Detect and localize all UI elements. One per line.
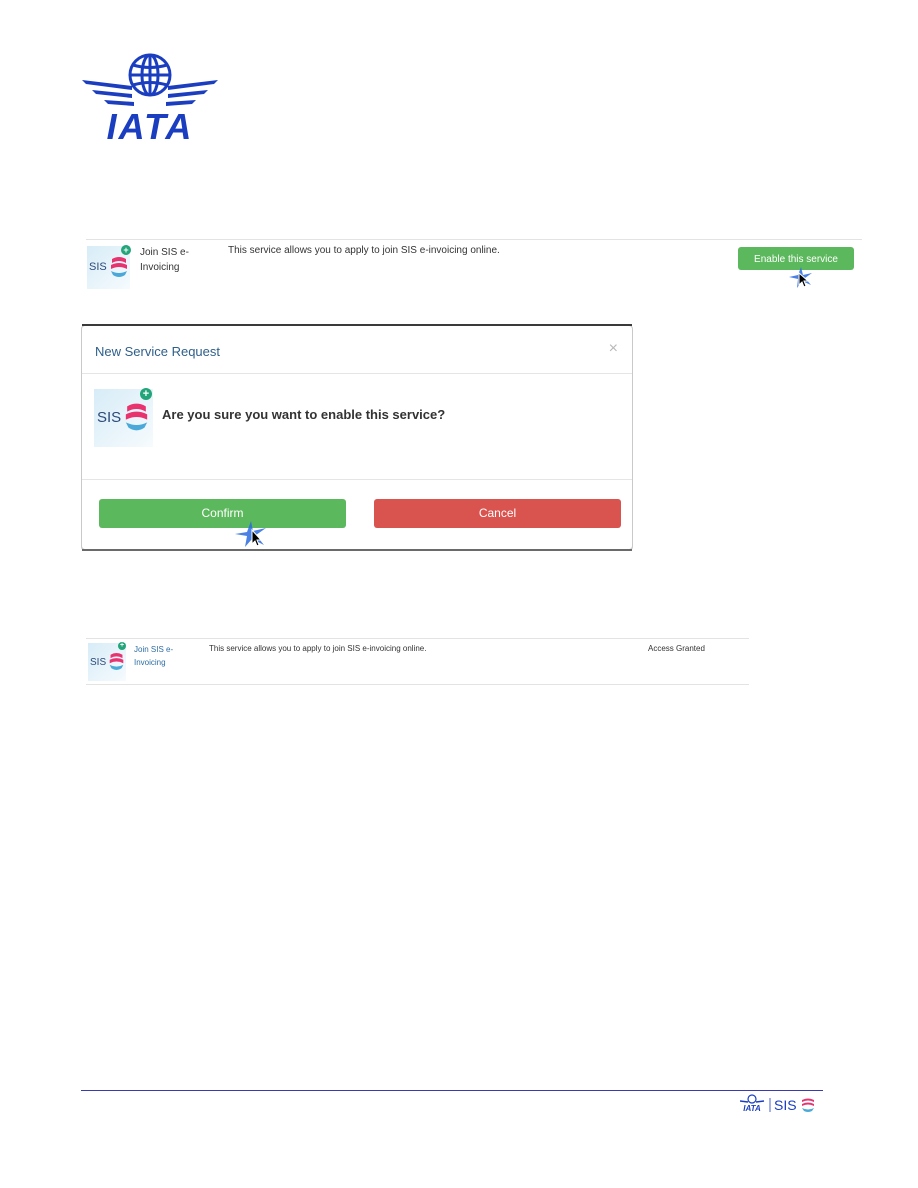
globe-icon: [128, 53, 172, 97]
sis-logo-icon: [802, 1098, 814, 1112]
sis-logo-icon: [109, 653, 124, 670]
service-row-join-sis: SIS + Join SIS e-Invoicing This service …: [86, 239, 862, 292]
plus-icon: +: [121, 245, 131, 255]
modal-footer-divider: [82, 479, 632, 480]
footer-divider: [81, 1090, 823, 1091]
sis-badge-text: SIS: [89, 261, 107, 273]
plus-icon: +: [118, 642, 126, 650]
service-status: Access Granted: [648, 644, 705, 653]
footer-logo: IATA SIS: [740, 1094, 814, 1113]
modal-header-divider: [82, 373, 632, 374]
sis-badge-text: SIS: [90, 657, 107, 668]
sis-logo-icon: [111, 257, 127, 277]
sis-service-tile: SIS +: [94, 388, 153, 447]
service-name-link[interactable]: Join SIS e-Invoicing: [134, 643, 184, 669]
service-row-join-sis-granted: SIS + Join SIS e-Invoicing This service …: [86, 638, 749, 685]
service-description: This service allows you to apply to join…: [228, 245, 500, 256]
modal-bottom-edge: [82, 549, 632, 551]
confirmation-question: Are you sure you want to enable this ser…: [162, 407, 446, 422]
cancel-button[interactable]: Cancel: [374, 499, 621, 528]
sis-badge-text: SIS: [97, 409, 122, 426]
cursor-icon: [235, 521, 266, 547]
service-name: Join SIS e-Invoicing: [140, 247, 189, 273]
globe-icon: [740, 1094, 765, 1104]
service-description: This service allows you to apply to join…: [209, 644, 427, 653]
sis-logo-icon: [125, 403, 148, 431]
cursor-icon: [789, 267, 812, 288]
new-service-request-modal: New Service Request × SIS + Are you sure…: [81, 324, 633, 551]
footer-iata-text: IATA: [743, 1104, 761, 1113]
sis-service-tile: SIS +: [88, 642, 126, 681]
close-icon[interactable]: ×: [609, 340, 618, 358]
confirm-button[interactable]: Confirm: [99, 499, 346, 528]
iata-logo: IATA: [82, 53, 218, 142]
plus-icon: +: [140, 388, 152, 400]
footer-sis-text: SIS: [774, 1097, 797, 1113]
logo-text: IATA: [107, 106, 194, 142]
modal-title: New Service Request: [95, 344, 220, 359]
sis-service-tile: SIS +: [87, 245, 131, 289]
modal-top-edge: [82, 324, 632, 326]
